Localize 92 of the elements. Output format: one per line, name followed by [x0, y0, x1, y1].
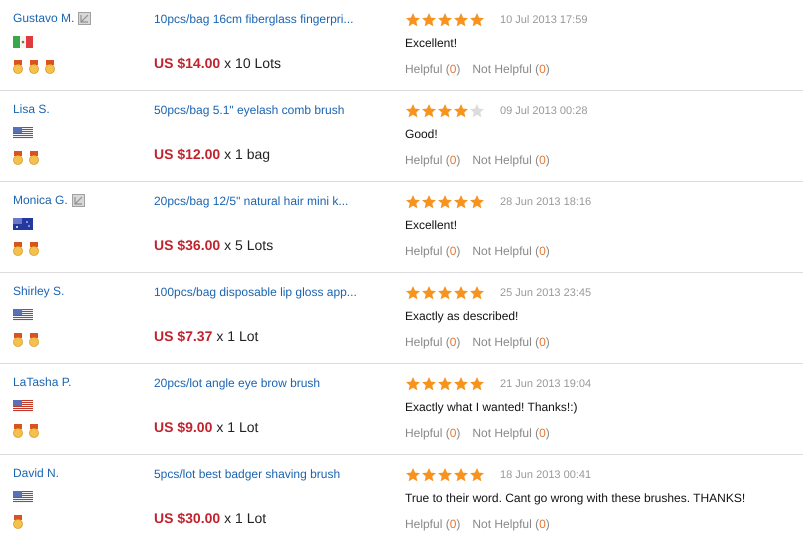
- star-icon: [421, 103, 437, 120]
- medal-icon: [13, 424, 23, 438]
- review-date: 10 Jul 2013 17:59: [500, 13, 588, 28]
- star-icon: [437, 467, 453, 484]
- medal-icon: [29, 424, 39, 438]
- star-icon: [421, 376, 437, 392]
- medal-icon: [13, 242, 23, 256]
- reviewer-name[interactable]: Gustavo M.: [13, 9, 74, 27]
- review-date: 18 Jun 2013 00:41: [500, 468, 592, 483]
- quantity: x 5 Lots: [224, 236, 274, 255]
- star-icon: [437, 12, 453, 28]
- medal-icon: [13, 151, 23, 165]
- product-link[interactable]: 10pcs/bag 16cm fiberglass fingerpri...: [154, 10, 405, 26]
- helpful-link[interactable]: Helpful (0): [405, 60, 460, 78]
- reviewer-name[interactable]: Shirley S.: [13, 282, 64, 300]
- star-icon: [437, 103, 453, 120]
- star-icon: [453, 376, 469, 392]
- star-icon: [469, 103, 485, 120]
- product-link[interactable]: 5pcs/lot best badger shaving brush: [154, 465, 405, 481]
- reviewer-name[interactable]: David N.: [13, 464, 60, 482]
- review-date: 21 Jun 2013 19:04: [500, 377, 592, 392]
- quantity: x 1 Lot: [216, 418, 258, 437]
- price: US $9.00: [154, 418, 212, 437]
- star-icon: [469, 12, 485, 28]
- star-icon: [437, 285, 453, 302]
- medal-icon: [29, 151, 39, 165]
- star-icon: [421, 467, 437, 484]
- quantity: x 1 Lot: [216, 327, 258, 346]
- product-link[interactable]: 50pcs/bag 5.1" eyelash comb brush: [154, 101, 405, 117]
- not-helpful-link[interactable]: Not Helpful (0): [472, 424, 550, 442]
- not-helpful-link[interactable]: Not Helpful (0): [472, 60, 550, 78]
- star-icon: [469, 467, 485, 484]
- review-comment: Excellent!: [405, 216, 458, 234]
- not-helpful-link[interactable]: Not Helpful (0): [472, 242, 550, 260]
- price: US $12.00: [154, 145, 220, 164]
- star-icon: [405, 467, 421, 484]
- price: US $36.00: [154, 236, 220, 255]
- review-date: 28 Jun 2013 18:16: [500, 195, 592, 210]
- review-comment: Exactly as described!: [405, 308, 520, 324]
- price: US $30.00: [154, 509, 220, 528]
- star-icon: [421, 12, 437, 28]
- review-comment: Exactly what I wanted! Thanks!:): [405, 398, 579, 416]
- quantity: x 1 Lot: [224, 509, 266, 528]
- medal-icon: [29, 242, 39, 256]
- price: US $14.00: [154, 54, 220, 73]
- not-helpful-link[interactable]: Not Helpful (0): [472, 150, 550, 168]
- star-icon: [405, 103, 421, 120]
- star-icon: [453, 103, 469, 120]
- helpful-link[interactable]: Helpful (0): [405, 150, 460, 168]
- reviewer-name[interactable]: Monica G.: [13, 191, 68, 209]
- product-link[interactable]: 100pcs/bag disposable lip gloss app...: [154, 283, 405, 299]
- note-icon: [78, 12, 92, 24]
- star-icon: [453, 285, 469, 302]
- star-icon: [453, 467, 469, 484]
- star-icon: [421, 194, 437, 210]
- note-icon: [72, 194, 85, 206]
- medal-icon: [13, 515, 23, 529]
- helpful-link[interactable]: Helpful (0): [405, 424, 460, 442]
- price: US $7.37: [154, 327, 212, 346]
- product-link[interactable]: 20pcs/bag 12/5" natural hair mini k...: [154, 192, 405, 208]
- helpful-link[interactable]: Helpful (0): [405, 332, 460, 350]
- reviewer-name[interactable]: Lisa S.: [13, 100, 50, 118]
- review-date: 09 Jul 2013 00:28: [500, 104, 588, 119]
- product-link[interactable]: 20pcs/lot angle eye brow brush: [154, 374, 405, 390]
- review-date: 25 Jun 2013 23:45: [500, 286, 592, 301]
- not-helpful-link[interactable]: Not Helpful (0): [472, 514, 550, 532]
- star-icon: [437, 376, 453, 392]
- star-icon: [453, 194, 469, 210]
- medal-icon: [13, 60, 23, 74]
- quantity: x 10 Lots: [224, 54, 281, 73]
- helpful-link[interactable]: Helpful (0): [405, 514, 460, 532]
- review-comment: Excellent!: [405, 34, 458, 52]
- review-comment: True to their word. Cant go wrong with these brushes. THANKS!: [405, 490, 746, 506]
- star-icon: [421, 285, 437, 302]
- reviewer-name[interactable]: LaTasha P.: [13, 373, 72, 391]
- medal-icon: [29, 60, 39, 74]
- not-helpful-link[interactable]: Not Helpful (0): [472, 332, 550, 350]
- star-icon: [405, 285, 421, 302]
- star-icon: [405, 376, 421, 392]
- medal-icon: [13, 333, 23, 347]
- star-icon: [469, 194, 485, 210]
- star-icon: [453, 12, 469, 28]
- star-icon: [405, 12, 421, 28]
- quantity: x 1 bag: [224, 145, 270, 164]
- star-icon: [437, 194, 453, 210]
- star-icon: [469, 285, 485, 302]
- medal-icon: [29, 333, 39, 347]
- star-icon: [405, 194, 421, 210]
- helpful-link[interactable]: Helpful (0): [405, 242, 460, 260]
- medal-icon: [45, 60, 55, 74]
- star-icon: [469, 376, 485, 392]
- review-comment: Good!: [405, 126, 439, 142]
